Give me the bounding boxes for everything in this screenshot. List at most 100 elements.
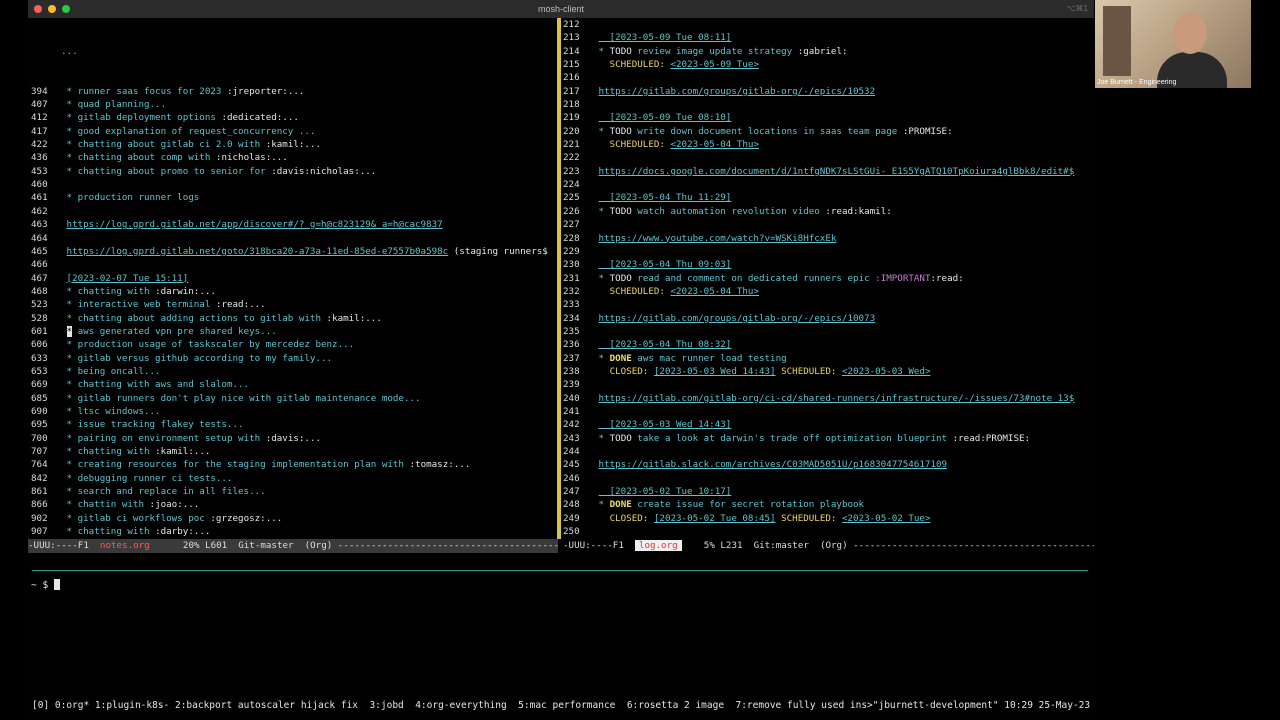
editor-line: 228 https://www.youtube.com/watch?v=WSKi…	[563, 232, 1094, 245]
editor-line: 226 * TODO watch automation revolution v…	[563, 205, 1094, 218]
line-number: 417	[31, 125, 48, 137]
editor-line: 245 https://gitlab.slack.com/archives/C0…	[563, 458, 1094, 471]
line-number: 601	[31, 325, 48, 337]
line-number: 222	[563, 152, 580, 164]
editor-line: 523 * interactive web terminal :read:...	[28, 298, 556, 311]
line-text: review image update strategy	[637, 45, 798, 57]
modeline-status: 20% L601 Git-master (Org) --------------…	[149, 540, 558, 551]
editor-pane-log[interactable]: 212 213 [2023-05-09 Tue 08:11] 214 * TODO…	[563, 18, 1094, 539]
editor-line: 232 SCHEDULED: <2023-05-04 Thu>	[563, 285, 1094, 298]
zoom-window-button[interactable]	[62, 5, 70, 13]
link-text[interactable]: https://log.gprd.gitlab.net/goto/318bca2…	[67, 246, 449, 257]
link-text[interactable]: <2023-05-03 Wed>	[842, 366, 931, 377]
link-text[interactable]: [2023-05-04 Thu 09:03]	[599, 259, 732, 270]
editor-line: 218	[563, 98, 1094, 111]
link-text[interactable]: [2023-05-02 Tue 10:17]	[599, 486, 732, 497]
editor-line: 690 * ltsc windows...	[28, 405, 556, 418]
editor-line: 460	[28, 178, 556, 191]
line-text: * issue tracking flakey tests...	[66, 419, 244, 431]
link-text[interactable]: https://docs.google.com/document/d/1ntfg…	[599, 166, 1075, 177]
line-text: :nicholas:...	[215, 152, 288, 164]
link-text[interactable]: https://gitlab.com/groups/gitlab-org/-/e…	[599, 313, 876, 324]
line-text: :davis:nicholas:...	[271, 165, 377, 177]
link-text[interactable]: <2023-05-09 Tue>	[670, 59, 759, 70]
line-number: 695	[31, 419, 48, 431]
link-text[interactable]: <2023-05-02 Tue>	[842, 513, 931, 524]
line-text: :kamil:...	[155, 446, 211, 457]
line-text: :tomasz:...	[409, 459, 471, 471]
pane-divider[interactable]	[557, 18, 561, 539]
line-text: * chatting with	[66, 285, 156, 297]
line-number: 228	[563, 232, 580, 244]
editor-line: 685 * gitlab runners don't play nice wit…	[28, 392, 556, 405]
line-text: :read:PROMISE:	[952, 432, 1031, 444]
close-window-button[interactable]	[34, 5, 42, 13]
editor-line: 462	[28, 205, 556, 218]
link-text[interactable]: [2023-05-03 Wed 14:43]	[654, 366, 776, 377]
modeline-log: -UUU:----F1 log.org 5% L231 Git:master (…	[563, 539, 1094, 553]
line-number: 250	[563, 526, 580, 538]
line-number: 244	[563, 446, 580, 457]
line-text: *	[598, 432, 610, 444]
link-text[interactable]: <2023-05-04 Thu>	[670, 286, 759, 297]
editor-line: 215 SCHEDULED: <2023-05-09 Tue>	[563, 58, 1094, 71]
link-text[interactable]: [2023-02-07 Tue 15:11]	[67, 273, 189, 284]
editor-line: 695 * issue tracking flakey tests...	[28, 418, 556, 431]
link-text[interactable]: [2023-05-02 Tue 08:45]	[654, 513, 776, 524]
link-text[interactable]: https://gitlab.com/groups/gitlab-org/-/e…	[599, 86, 876, 97]
editor-line: 224	[563, 178, 1094, 191]
line-text: read and comment on dedicated runners ep…	[637, 272, 876, 284]
line-text: :joao:...	[149, 499, 200, 511]
modeline-filename: notes.org	[99, 540, 150, 551]
ellipsis-text: ...	[61, 45, 78, 57]
line-number: 243	[563, 432, 580, 444]
line-text: *	[598, 352, 610, 364]
editor-line: 633 * gitlab versus github according to …	[28, 352, 556, 365]
minimize-window-button[interactable]	[48, 5, 56, 13]
modeline-filename: log.org	[634, 540, 682, 551]
link-text[interactable]: https://gitlab.slack.com/archives/C03MAD…	[599, 459, 947, 470]
link-text[interactable]: https://gitlab.com/gitlab-org/ci-cd/shar…	[599, 393, 1075, 404]
line-number: 226	[563, 205, 580, 217]
line-number: 528	[31, 312, 48, 324]
editor-line: 463 https://log.gprd.gitlab.net/app/disc…	[28, 218, 556, 231]
link-text[interactable]: [2023-05-09 Tue 08:11]	[599, 32, 732, 43]
editor-line: 212	[563, 18, 1094, 31]
line-text: * chatting about gitlab ci 2.0 with	[66, 139, 266, 151]
link-text[interactable]: <2023-05-04 Thu>	[670, 139, 759, 150]
line-number: 467	[31, 272, 48, 284]
tmux-status-bar[interactable]: [0] 0:org* 1:plugin-k8s- 2:backport auto…	[32, 699, 1092, 713]
line-text: * pairing on environment setup with	[66, 432, 266, 444]
line-text: TODO	[609, 272, 638, 284]
link-text[interactable]: [2023-05-04 Thu 08:32]	[599, 339, 732, 350]
link-text[interactable]: [2023-05-04 Thu 11:29]	[599, 192, 732, 203]
text-cursor	[53, 579, 60, 590]
link-text[interactable]: https://www.youtube.com/watch?v=WSKi8Hfc…	[599, 233, 837, 244]
editor-line: 700 * pairing on environment setup with …	[28, 432, 556, 445]
link-text[interactable]: https://log.gprd.gitlab.net/app/discover…	[67, 219, 443, 230]
line-text: SCHEDULED:	[598, 59, 671, 71]
editor-line: 223 https://docs.google.com/document/d/1…	[563, 165, 1094, 178]
line-text: *	[598, 205, 610, 217]
editor-line: 861 * search and replace in all files...	[28, 485, 556, 498]
line-number: 690	[31, 405, 48, 417]
prompt-text: ~ $	[31, 580, 54, 591]
editor-line: 412 * gitlab deployment options :dedicat…	[28, 111, 556, 124]
link-text[interactable]: [2023-05-09 Tue 08:10]	[599, 112, 732, 123]
modeline-prefix: -UUU:----F1	[563, 540, 635, 551]
terminal-window: mosh-client ⌥⌘1 ... 394 * runner saas fo…	[28, 0, 1094, 720]
line-text: :IMPORTANT	[875, 272, 931, 284]
editor-pane-notes[interactable]: ... 394 * runner saas focus for 2023 :jr…	[28, 18, 556, 539]
link-text[interactable]: [2023-05-03 Wed 14:43]	[599, 419, 732, 430]
line-text: DONE	[609, 352, 638, 364]
editor-line: 213 [2023-05-09 Tue 08:11]	[563, 31, 1094, 44]
line-number: 247	[563, 486, 580, 498]
line-number: 606	[31, 339, 48, 351]
line-number: 214	[563, 45, 580, 57]
line-number: 240	[563, 392, 580, 404]
editor-line: 465 https://log.gprd.gitlab.net/goto/318…	[28, 245, 556, 258]
editor-line: 669 * chatting with aws and slalom...	[28, 378, 556, 391]
line-text: * gitlab ci workflows poc	[66, 512, 211, 524]
shell-prompt[interactable]: ~ $	[31, 579, 60, 591]
line-number: 407	[31, 99, 48, 111]
